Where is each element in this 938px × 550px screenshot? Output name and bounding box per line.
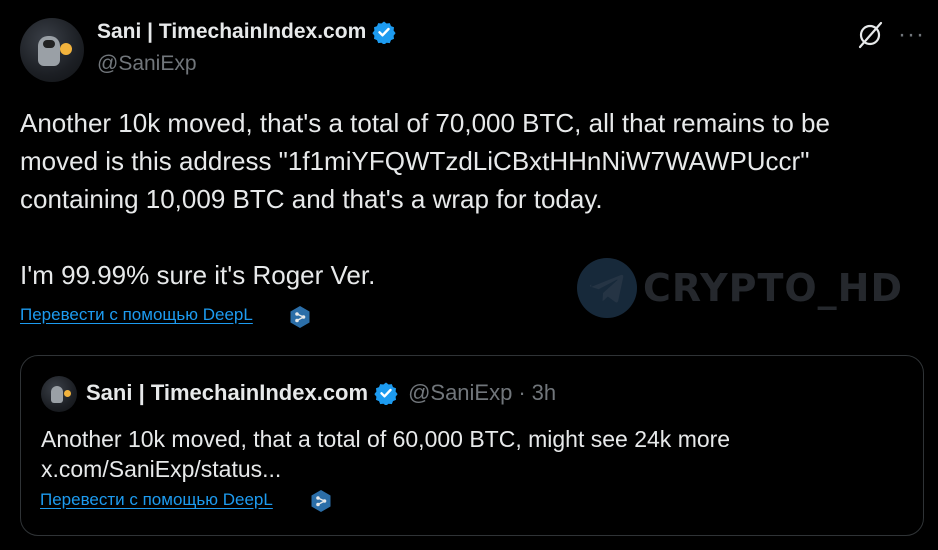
quoted-author-name[interactable]: Sani | TimechainIndex.com — [86, 380, 368, 406]
astronaut-visor — [43, 40, 55, 48]
watermark: CRYPTO_HD — [577, 258, 903, 318]
quoted-line: Another 10k moved, that a total of 60,00… — [41, 426, 731, 452]
tweet-blank-line — [20, 218, 920, 256]
quoted-translate-link[interactable]: Перевести с помощью DeepL — [40, 490, 273, 510]
translate-link[interactable]: Перевести с помощью DeepL — [20, 305, 253, 325]
quoted-link[interactable]: x.com/SaniExp/status... — [41, 454, 901, 484]
bitcoin-coin — [64, 390, 71, 397]
quoted-header: Sani | TimechainIndex.com @SaniExp · 3h — [86, 380, 556, 406]
tweet-line: moved is this address "1f1miYFQWTzdLiCBx… — [20, 146, 810, 176]
author-handle[interactable]: @SaniExp — [97, 52, 197, 76]
author-avatar[interactable] — [20, 18, 84, 82]
deepl-icon — [290, 306, 310, 328]
telegram-icon — [577, 258, 637, 318]
quoted-text: Another 10k moved, that a total of 60,00… — [41, 424, 901, 484]
quoted-timestamp[interactable]: 3h — [532, 380, 556, 406]
deepl-icon — [311, 490, 331, 512]
grok-icon[interactable] — [855, 20, 885, 50]
bitcoin-coin — [60, 43, 72, 55]
quoted-author-avatar[interactable] — [41, 376, 77, 412]
quoted-author-handle[interactable]: @SaniExp — [408, 380, 512, 406]
tweet-line: Another 10k moved, that's a total of 70,… — [20, 108, 830, 138]
author-name-row: Sani | TimechainIndex.com — [97, 20, 396, 44]
tweet-line: containing 10,009 BTC and that's a wrap … — [20, 184, 603, 214]
author-name[interactable]: Sani | TimechainIndex.com — [97, 20, 366, 44]
watermark-text: CRYPTO_HD — [643, 266, 904, 310]
separator-dot: · — [518, 380, 526, 405]
quoted-tweet[interactable]: Sani | TimechainIndex.com @SaniExp · 3h … — [20, 355, 924, 536]
verified-badge-icon — [372, 21, 396, 44]
more-options-icon[interactable]: ··· — [898, 21, 925, 49]
astronaut-suit — [51, 386, 63, 403]
verified-badge-icon — [374, 382, 398, 405]
